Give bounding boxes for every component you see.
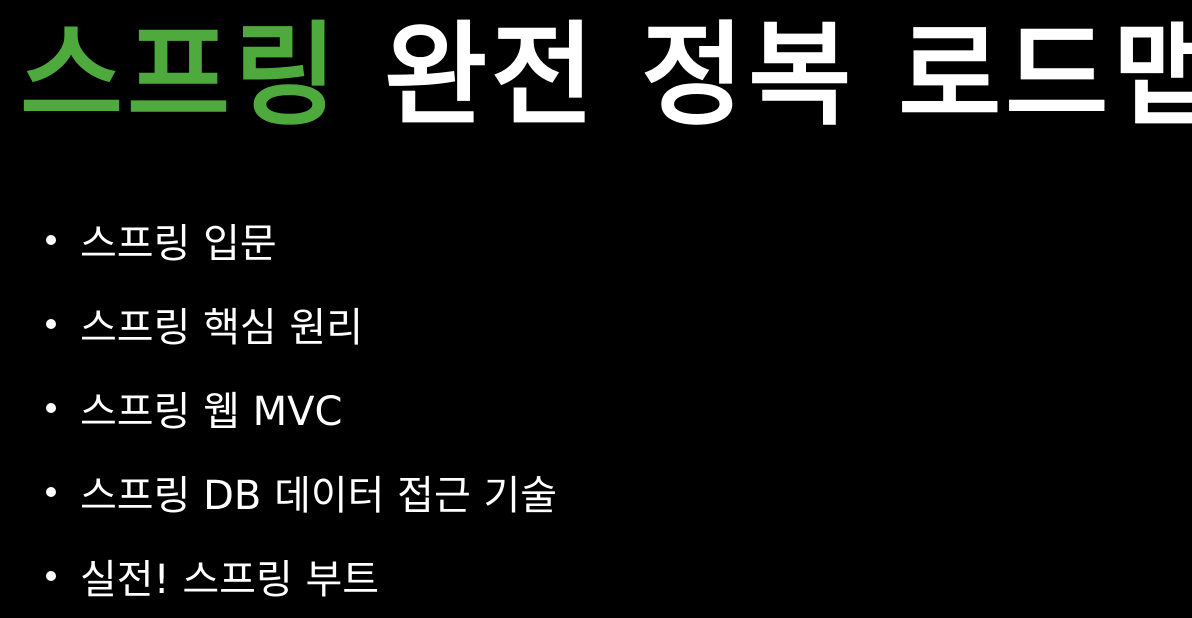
list-item-label: 스프링 핵심 원리 bbox=[80, 305, 364, 351]
title-rest: 완전 정복 로드맵 bbox=[384, 11, 1192, 141]
roadmap-list: 스프링 입문 스프링 핵심 원리 스프링 웹 MVC 스프링 DB 데이터 접근… bbox=[46, 198, 557, 618]
bullet-dot-icon bbox=[46, 319, 56, 329]
bullet-dot-icon bbox=[46, 571, 56, 581]
list-item: 스프링 입문 bbox=[46, 198, 557, 282]
list-item: 스프링 DB 데이터 접근 기술 bbox=[46, 450, 557, 534]
bullet-dot-icon bbox=[46, 403, 56, 413]
list-item: 실전! 스프링 부트 bbox=[46, 534, 557, 618]
list-item-label: 스프링 입문 bbox=[80, 221, 277, 267]
list-item-label: 스프링 웹 MVC bbox=[80, 389, 343, 435]
bullet-dot-icon bbox=[46, 235, 56, 245]
bullet-dot-icon bbox=[46, 487, 56, 497]
title-accent: 스프링 bbox=[20, 11, 342, 141]
page-title: 스프링 완전 정복 로드맵 bbox=[20, 6, 1192, 146]
slide: 스프링 완전 정복 로드맵 스프링 입문 스프링 핵심 원리 스프링 웹 MVC… bbox=[0, 0, 1192, 610]
list-item: 스프링 웹 MVC bbox=[46, 366, 557, 450]
list-item-label: 스프링 DB 데이터 접근 기술 bbox=[80, 473, 558, 519]
list-item-label: 실전! 스프링 부트 bbox=[80, 557, 380, 603]
list-item: 스프링 핵심 원리 bbox=[46, 282, 557, 366]
